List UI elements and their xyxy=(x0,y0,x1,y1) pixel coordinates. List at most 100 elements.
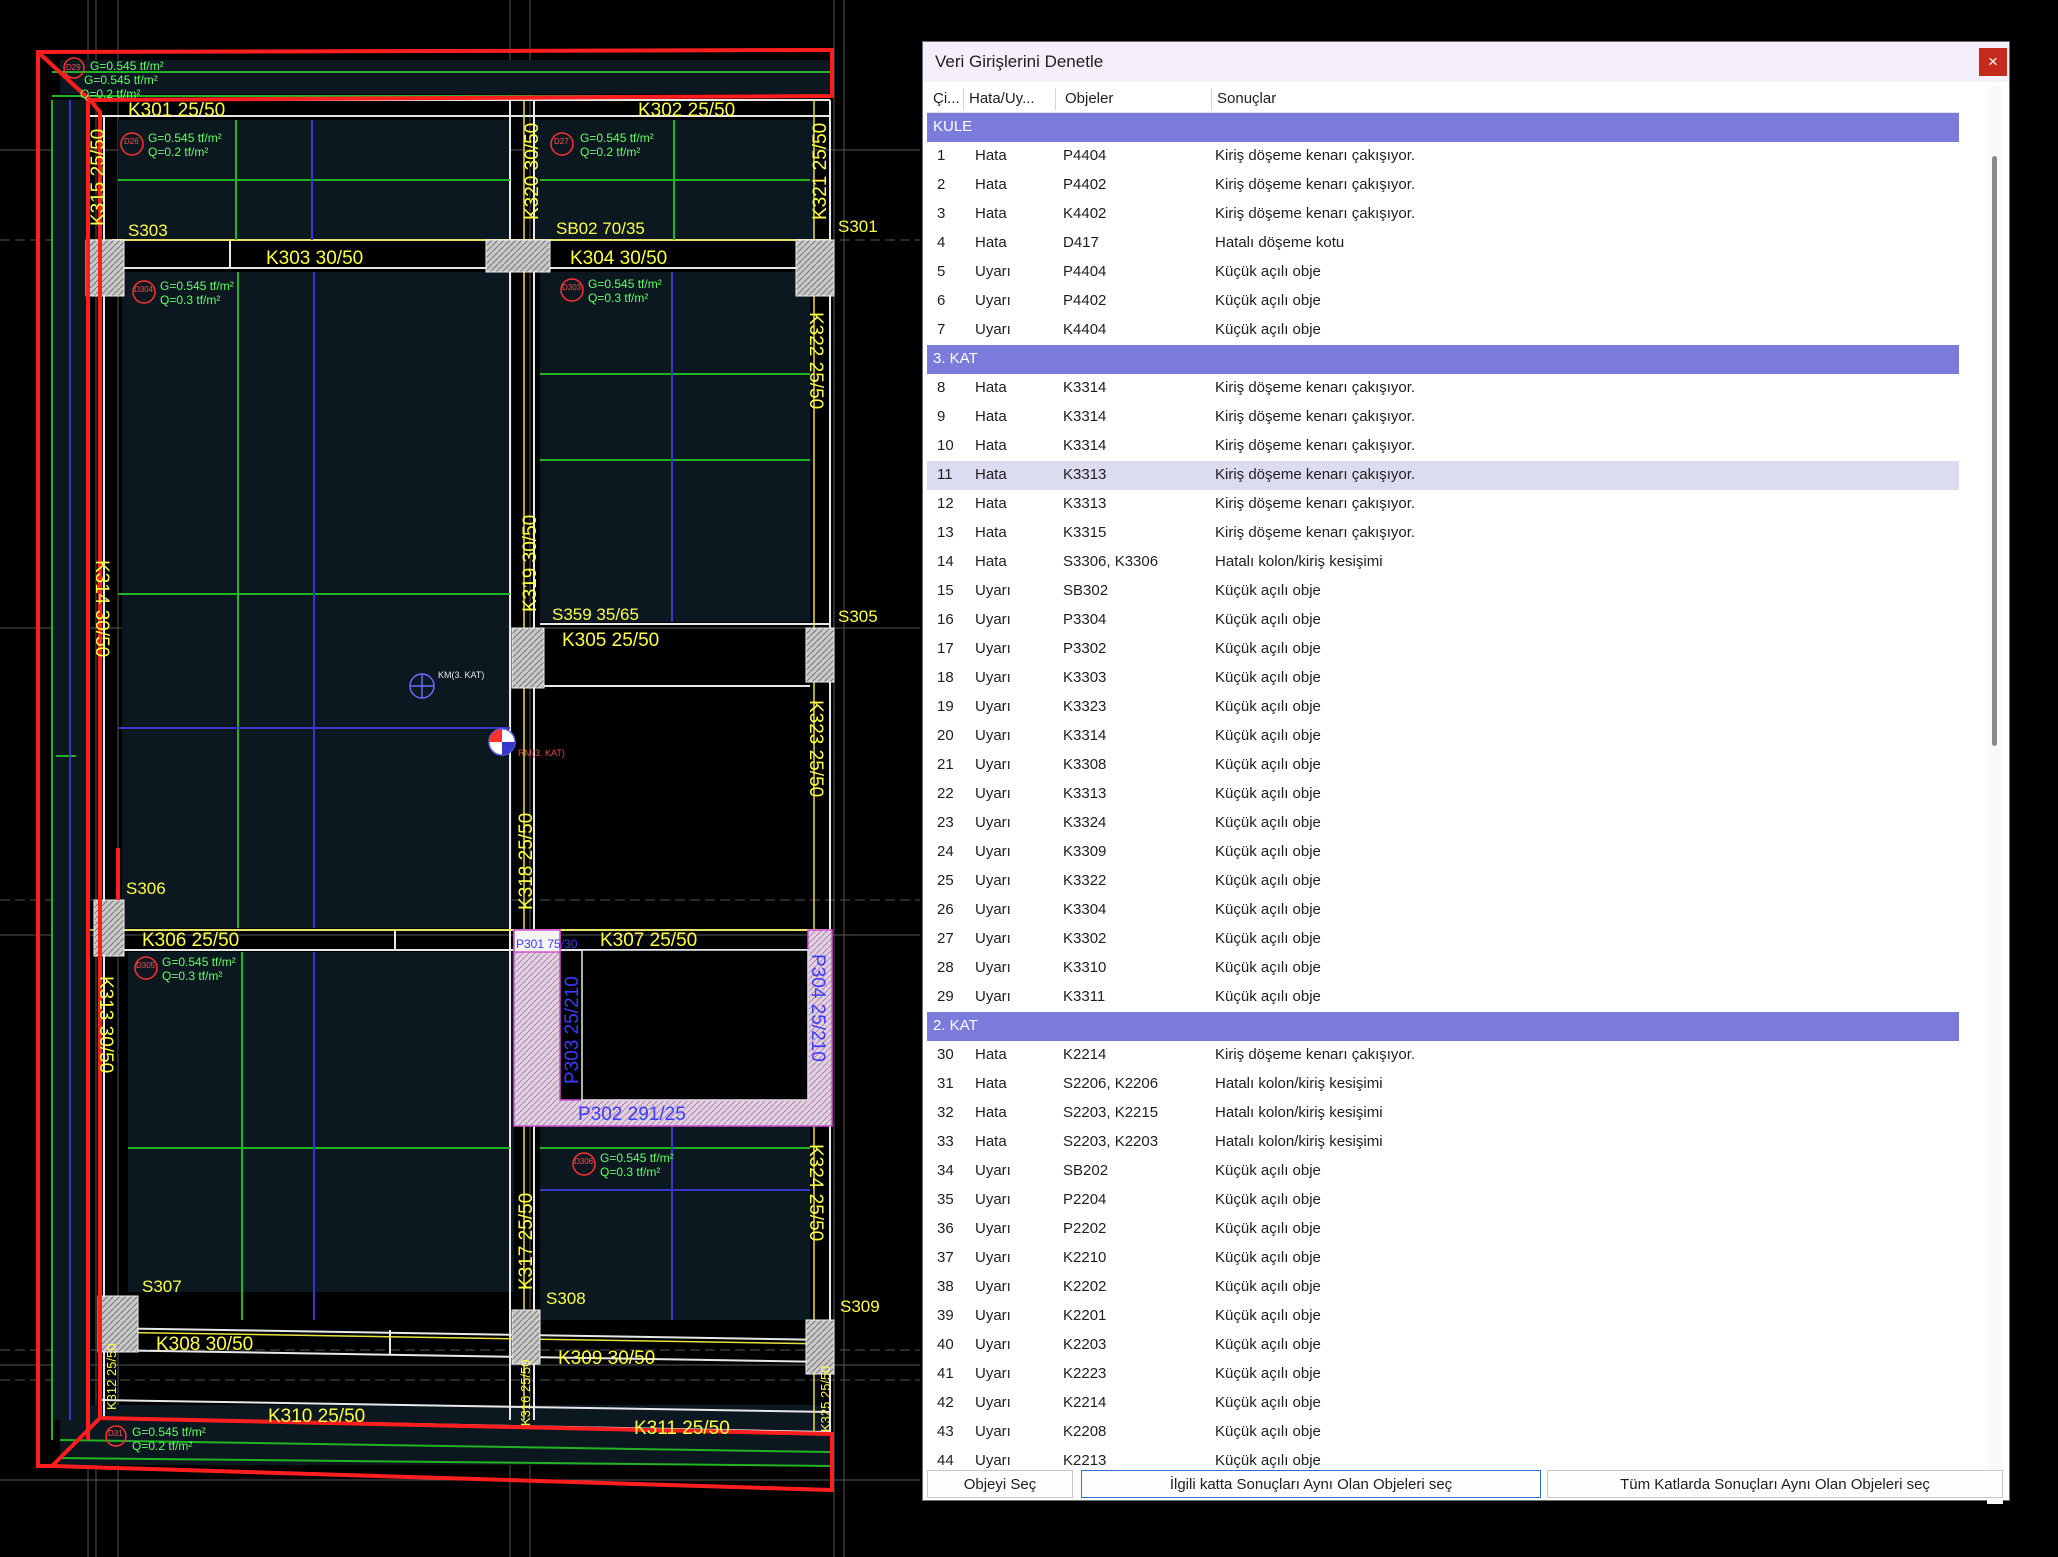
table-row[interactable]: 21 Uyarı K3308 Küçük açılı obje xyxy=(927,751,1959,780)
column-label: S359 35/65 xyxy=(552,605,639,624)
table-row[interactable]: 30 Hata K2214 Kiriş döşeme kenarı çakışıyor… xyxy=(927,1041,1959,1070)
column-s301 xyxy=(795,239,835,297)
column-header-type[interactable]: Hata/Uy... xyxy=(969,90,1035,107)
table-row[interactable]: 1 Hata P4404 Kiriş döşeme kenarı çakışıyor. xyxy=(927,142,1959,171)
beam-label: K302 25/50 xyxy=(638,100,735,121)
column-header-results[interactable]: Sonuçlar xyxy=(1217,90,1276,107)
vertical-scrollbar[interactable] xyxy=(1987,86,2003,1504)
group-header-row[interactable]: 2. KAT xyxy=(927,1012,1959,1041)
slab-load-q: Q=0.2 tf/m² xyxy=(132,1439,192,1453)
table-row[interactable]: 42 Uyarı K2214 Küçük açılı obje xyxy=(927,1389,1959,1418)
scrollbar-thumb[interactable] xyxy=(1992,156,1997,746)
table-row[interactable]: 7 Uyarı K4404 Küçük açılı obje xyxy=(927,316,1959,345)
select-object-button[interactable]: Objeyi Seç xyxy=(927,1470,1073,1498)
row-number: 44 xyxy=(937,1452,954,1469)
cad-floor-plan[interactable]: K301 25/50 K302 25/50 K303 30/50 K304 30… xyxy=(0,0,920,1557)
row-type: Uyarı xyxy=(975,872,1011,889)
row-result: Kiriş döşeme kenarı çakışıyor. xyxy=(1215,466,1416,483)
column-header-objects[interactable]: Objeler xyxy=(1065,90,1113,107)
row-result: Küçük açılı obje xyxy=(1215,1162,1321,1179)
table-row[interactable]: 3 Hata K4402 Kiriş döşeme kenarı çakışıyor. xyxy=(927,200,1959,229)
table-row[interactable]: 9 Hata K3314 Kiriş döşeme kenarı çakışıyor. xyxy=(927,403,1959,432)
column-label: S307 xyxy=(142,1277,182,1296)
check-input-data-dialog[interactable]: Veri Girişlerini Denetle × Çi... Hata/Uy… xyxy=(922,41,2010,1504)
row-type: Uyarı xyxy=(975,785,1011,802)
column-divider[interactable] xyxy=(963,88,964,110)
table-row[interactable]: 33 Hata S2203, K2203 Hatalı kolon/kiriş kes… xyxy=(927,1128,1959,1157)
table-row[interactable]: 23 Uyarı K3324 Küçük açılı obje xyxy=(927,809,1959,838)
row-type: Hata xyxy=(975,176,1007,193)
table-row[interactable]: 10 Hata K3314 Kiriş döşeme kenarı çakışıyor… xyxy=(927,432,1959,461)
table-row[interactable]: 14 Hata S3306, K3306 Hatalı kolon/kiriş kes… xyxy=(927,548,1959,577)
column-divider[interactable] xyxy=(1055,88,1056,110)
table-row[interactable]: 39 Uyarı K2201 Küçük açılı obje xyxy=(927,1302,1959,1331)
table-row[interactable]: 27 Uyarı K3302 Küçük açılı obje xyxy=(927,925,1959,954)
table-row[interactable]: 16 Uyarı P3304 Küçük açılı obje xyxy=(927,606,1959,635)
table-row[interactable]: 38 Uyarı K2202 Küçük açılı obje xyxy=(927,1273,1959,1302)
row-number: 27 xyxy=(937,930,954,947)
row-objects: P4402 xyxy=(1063,292,1107,309)
row-type: Hata xyxy=(975,1046,1007,1063)
group-header-row[interactable]: KULE xyxy=(927,113,1959,142)
table-row[interactable]: 40 Uyarı K2203 Küçük açılı obje xyxy=(927,1331,1959,1360)
table-row[interactable]: 8 Hata K3314 Kiriş döşeme kenarı çakışıyor. xyxy=(927,374,1959,403)
row-number: 18 xyxy=(937,669,954,686)
table-row[interactable]: 31 Hata S2206, K2206 Hatalı kolon/kiriş kes… xyxy=(927,1070,1959,1099)
table-row[interactable]: 25 Uyarı K3322 Küçük açılı obje xyxy=(927,867,1959,896)
row-objects: K3314 xyxy=(1063,408,1107,425)
row-result: Küçük açılı obje xyxy=(1215,640,1321,657)
table-row[interactable]: 17 Uyarı P3302 Küçük açılı obje xyxy=(927,635,1959,664)
dialog-title-bar[interactable]: Veri Girişlerini Denetle × xyxy=(923,42,2009,82)
row-result: Küçük açılı obje xyxy=(1215,814,1321,831)
table-row[interactable]: 29 Uyarı K3311 Küçük açılı obje xyxy=(927,983,1959,1012)
vbeam-label: K316 25/50 xyxy=(518,1359,533,1426)
table-row[interactable]: 5 Uyarı P4404 Küçük açılı obje xyxy=(927,258,1959,287)
row-result: Küçük açılı obje xyxy=(1215,1191,1321,1208)
results-grid[interactable]: KULE 1 Hata P4404 Kiriş döşeme kenarı çakışı… xyxy=(927,113,1959,1511)
select-same-on-floor-button[interactable]: İlgili katta Sonuçları Aynı Olan Objeler… xyxy=(1081,1470,1541,1498)
row-result: Küçük açılı obje xyxy=(1215,988,1321,1005)
table-row[interactable]: 41 Uyarı K2223 Küçük açılı obje xyxy=(927,1360,1959,1389)
row-type: Uyarı xyxy=(975,292,1011,309)
table-row[interactable]: 37 Uyarı K2210 Küçük açılı obje xyxy=(927,1244,1959,1273)
table-row[interactable]: 20 Uyarı K3314 Küçük açılı obje xyxy=(927,722,1959,751)
panel-label: P304 25/210 xyxy=(807,954,828,1062)
table-row[interactable]: 18 Uyarı K3303 Küçük açılı obje xyxy=(927,664,1959,693)
row-objects: D417 xyxy=(1063,234,1099,251)
table-row[interactable]: 43 Uyarı K2208 Küçük açılı obje xyxy=(927,1418,1959,1447)
table-row[interactable]: 12 Hata K3313 Kiriş döşeme kenarı çakışıyor… xyxy=(927,490,1959,519)
table-row[interactable]: 36 Uyarı P2202 Küçük açılı obje xyxy=(927,1215,1959,1244)
table-row[interactable]: 35 Uyarı P2204 Küçük açılı obje xyxy=(927,1186,1959,1215)
close-icon: × xyxy=(1988,52,1998,71)
rm-marker: RM(3. KAT) xyxy=(488,728,565,758)
results-grid-header[interactable]: Çi... Hata/Uy... Objeler Sonuçlar xyxy=(927,86,1959,113)
table-row[interactable]: 24 Uyarı K3309 Küçük açılı obje xyxy=(927,838,1959,867)
row-number: 35 xyxy=(937,1191,954,1208)
row-number: 25 xyxy=(937,872,954,889)
table-row[interactable]: 6 Uyarı P4402 Küçük açılı obje xyxy=(927,287,1959,316)
table-row[interactable]: 13 Hata K3315 Kiriş döşeme kenarı çakışıyor… xyxy=(927,519,1959,548)
column-header-no[interactable]: Çi... xyxy=(933,90,960,107)
table-row[interactable]: 4 Hata D417 Hatalı döşeme kotu xyxy=(927,229,1959,258)
table-row[interactable]: 28 Uyarı K3310 Küçük açılı obje xyxy=(927,954,1959,983)
table-row[interactable]: 11 Hata K3313 Kiriş döşeme kenarı çakışıyor… xyxy=(927,461,1959,490)
table-row[interactable]: 2 Hata P4402 Kiriş döşeme kenarı çakışıyor. xyxy=(927,171,1959,200)
table-row[interactable]: 34 Uyarı SB202 Küçük açılı obje xyxy=(927,1157,1959,1186)
close-button[interactable]: × xyxy=(1979,48,2007,76)
select-same-all-floors-button[interactable]: Tüm Katlarda Sonuçları Aynı Olan Objeler… xyxy=(1547,1470,2003,1498)
table-row[interactable]: 22 Uyarı K3313 Küçük açılı obje xyxy=(927,780,1959,809)
table-row[interactable]: 32 Hata S2203, K2215 Hatalı kolon/kiriş kes… xyxy=(927,1099,1959,1128)
table-row[interactable]: 26 Uyarı K3304 Küçük açılı obje xyxy=(927,896,1959,925)
row-number: 7 xyxy=(937,321,946,338)
table-row[interactable]: 15 Uyarı SB302 Küçük açılı obje xyxy=(927,577,1959,606)
group-header-row[interactable]: 3. KAT xyxy=(927,345,1959,374)
column-divider[interactable] xyxy=(1211,88,1212,110)
row-result: Hatalı kolon/kiriş kesişimi xyxy=(1215,553,1383,570)
table-row[interactable]: 19 Uyarı K3323 Küçük açılı obje xyxy=(927,693,1959,722)
row-objects: P4402 xyxy=(1063,176,1107,193)
slab-id: D304 xyxy=(134,285,154,294)
column-s308 xyxy=(511,1309,541,1365)
row-objects: K3324 xyxy=(1063,814,1107,831)
row-type: Hata xyxy=(975,553,1007,570)
row-type: Hata xyxy=(975,466,1007,483)
